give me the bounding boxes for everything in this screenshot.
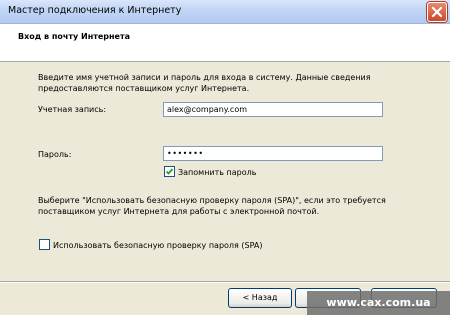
intro-line-1: Введите имя учетной записи и пароль для … bbox=[38, 73, 371, 82]
wizard-window: Мастер подключения к Интернету Вход в по… bbox=[0, 0, 450, 315]
close-button[interactable] bbox=[427, 2, 447, 22]
remember-password-label[interactable]: Запомнить пароль bbox=[178, 167, 256, 178]
remember-password-checkbox[interactable] bbox=[164, 166, 175, 177]
spa-checkbox[interactable] bbox=[39, 239, 50, 250]
spa-label[interactable]: Использовать безопасную проверку пароля … bbox=[53, 240, 263, 251]
account-input[interactable]: alex@company.com bbox=[163, 102, 383, 117]
account-label: Учетная запись: bbox=[38, 105, 107, 114]
intro-line-2: предоставляются поставщиком услуг Интерн… bbox=[38, 84, 250, 93]
spa-note-line-1: Выберите "Использовать безопасную провер… bbox=[38, 196, 386, 205]
watermark: www.cax.com.ua bbox=[307, 291, 450, 315]
back-button[interactable]: < Назад bbox=[228, 288, 292, 308]
footer-divider bbox=[0, 281, 450, 283]
title-bar: Мастер подключения к Интернету bbox=[0, 0, 450, 24]
password-input[interactable]: ••••••• bbox=[163, 146, 383, 161]
close-icon bbox=[431, 6, 443, 18]
spa-note-line-2: поставщиком услуг Интернета для работы с… bbox=[38, 207, 320, 216]
password-label: Пароль: bbox=[38, 150, 72, 159]
page-title: Вход в почту Интернета bbox=[18, 32, 130, 41]
wizard-header: Вход в почту Интернета bbox=[0, 24, 450, 62]
checkmark-icon bbox=[165, 168, 174, 175]
window-title: Мастер подключения к Интернету bbox=[8, 5, 182, 16]
